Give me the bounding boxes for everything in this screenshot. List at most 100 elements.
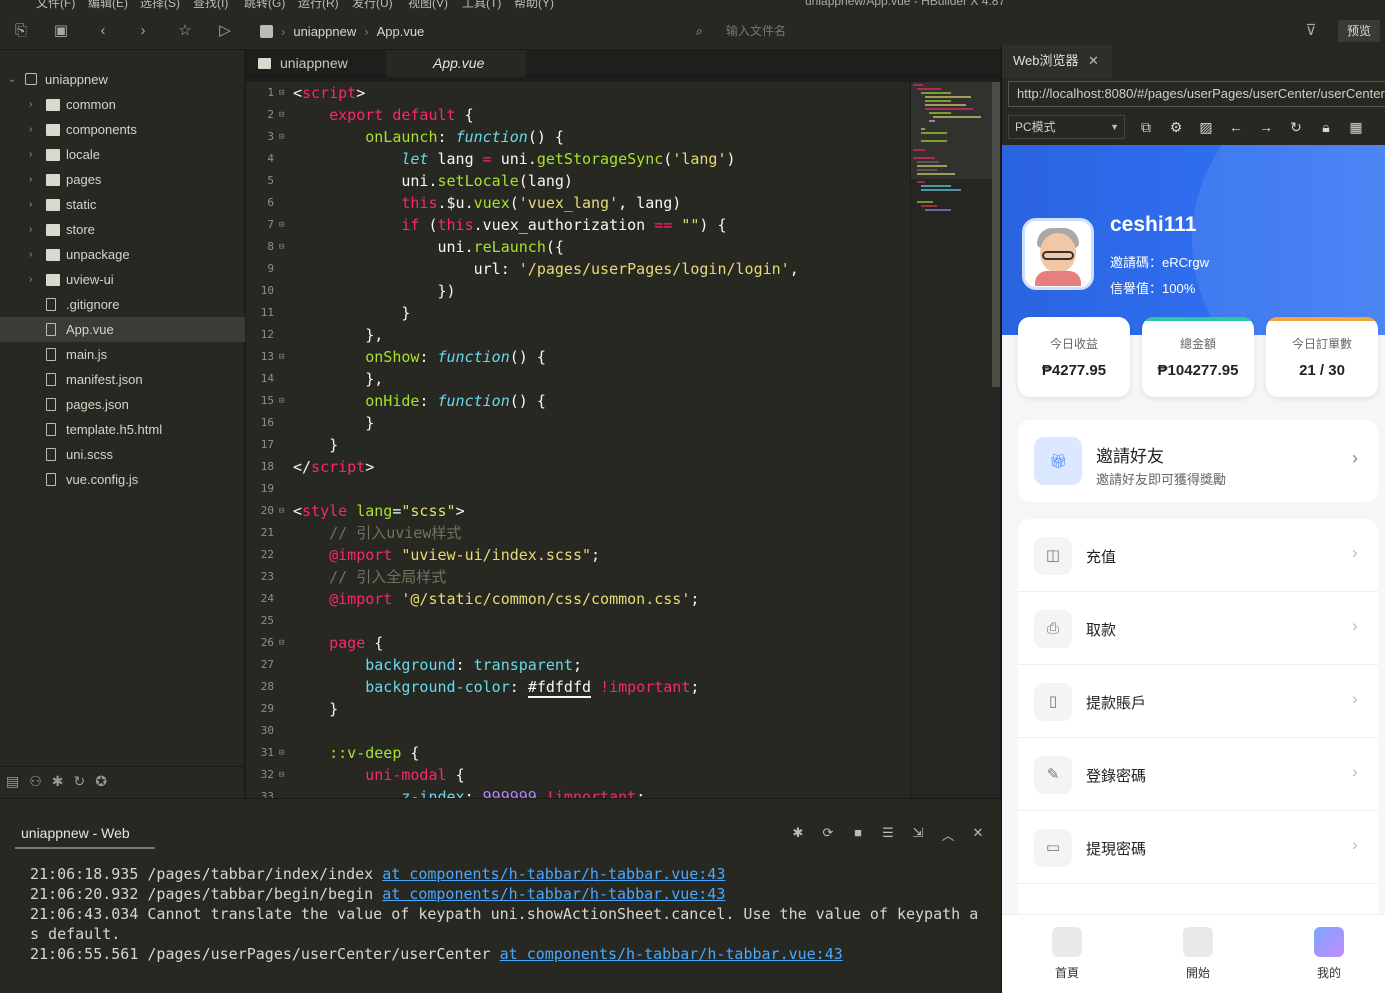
fold-toggle-icon[interactable]: ⊟: [279, 104, 284, 126]
chevron-right-icon[interactable]: ›: [29, 167, 39, 192]
fold-toggle-icon[interactable]: ⊟: [279, 390, 284, 412]
sidebar-item-uni-scss[interactable]: uni.scss: [0, 442, 245, 467]
sidebar-item-common[interactable]: › common: [0, 92, 245, 117]
refresh-icon[interactable]: ↻: [1287, 117, 1305, 137]
qrcode-icon[interactable]: ▦: [1347, 117, 1365, 137]
open-window-icon[interactable]: ⧉: [1137, 117, 1155, 137]
code-line[interactable]: 25: [246, 610, 910, 632]
files-icon[interactable]: ▤: [6, 773, 19, 790]
code-line[interactable]: 23 // 引入全局样式: [246, 566, 910, 588]
settings-icon[interactable]: ⚙: [1167, 117, 1185, 137]
code-line[interactable]: 26 ⊟ page {: [246, 632, 910, 654]
close-icon[interactable]: ✕: [1088, 45, 1099, 77]
sidebar-item-manifest-json[interactable]: manifest.json: [0, 367, 245, 392]
code-line[interactable]: 32 ⊟ uni-modal {: [246, 764, 910, 786]
code-line[interactable]: 10 }): [246, 280, 910, 302]
new-file-icon[interactable]: ⎘: [10, 20, 32, 42]
debug-icon[interactable]: ✱: [52, 773, 64, 790]
code-line[interactable]: 8 ⊟ uni.reLaunch({: [246, 236, 910, 258]
git-icon[interactable]: ↻: [74, 773, 86, 790]
avatar[interactable]: [1022, 218, 1094, 290]
filter-icon[interactable]: ⊽: [1300, 20, 1322, 42]
code-line[interactable]: 11 }: [246, 302, 910, 324]
chevron-right-icon[interactable]: ›: [29, 142, 39, 167]
code-line[interactable]: 6 this.$u.vuex('vuex_lang', lang): [246, 192, 910, 214]
code-line[interactable]: 7 ⊟ if (this.vuex_authorization == "") {: [246, 214, 910, 236]
code-line[interactable]: 12 },: [246, 324, 910, 346]
forward-icon[interactable]: ›: [132, 20, 154, 42]
menu-help[interactable]: 帮助(Y): [514, 0, 554, 10]
stop-icon[interactable]: ■: [850, 825, 866, 841]
tab-home[interactable]: 首頁: [1017, 915, 1117, 993]
sidebar-item-pages[interactable]: › pages: [0, 167, 245, 192]
code-line[interactable]: 27 background: transparent;: [246, 654, 910, 676]
code-line[interactable]: 31 ⊟ ::v-deep {: [246, 742, 910, 764]
back-icon[interactable]: ‹: [92, 20, 114, 42]
console-title[interactable]: uniappnew - Web: [21, 825, 130, 841]
close-panel-icon[interactable]: ✕: [970, 825, 986, 841]
star-icon[interactable]: ☆: [174, 20, 196, 42]
fold-toggle-icon[interactable]: ⊟: [279, 214, 284, 236]
clear-console-icon[interactable]: ☰: [880, 825, 896, 841]
fold-toggle-icon[interactable]: ⊟: [279, 742, 284, 764]
code-line[interactable]: 22 @import "uview-ui/index.scss";: [246, 544, 910, 566]
tree-root-project[interactable]: ⌄ uniappnew: [0, 67, 245, 92]
fold-toggle-icon[interactable]: ⊟: [279, 236, 284, 258]
menu-publish[interactable]: 发行(U): [352, 0, 393, 10]
device-mode-select[interactable]: PC模式 ▼: [1008, 115, 1125, 139]
code-line[interactable]: 4 let lang = uni.getStorageSync('lang'): [246, 148, 910, 170]
code-line[interactable]: 1 ⊟ <script>: [246, 82, 910, 104]
run-icon[interactable]: ▷: [214, 20, 236, 42]
chevron-right-icon[interactable]: ›: [29, 217, 39, 242]
menu-item-withdraw[interactable]: ⎙ 取款 ›: [1018, 592, 1378, 665]
tab-project[interactable]: uniappnew: [246, 50, 386, 77]
save-icon[interactable]: ▣: [50, 20, 72, 42]
invite-friends-card[interactable]: 🎁︎ 邀請好友 邀請好友即可獲得獎勵 ›: [1018, 420, 1378, 502]
menu-item-withdraw-password[interactable]: ▭ 提現密碼 ›: [1018, 811, 1378, 884]
source-link[interactable]: at components/h-tabbar/h-tabbar.vue:43: [382, 885, 725, 903]
code-line[interactable]: 33 z-index: 999999 !important;: [246, 786, 910, 798]
sidebar-item-template-h5-html[interactable]: template.h5.html: [0, 417, 245, 442]
extensions-icon[interactable]: ⚇: [29, 773, 42, 790]
code-line[interactable]: 17 }: [246, 434, 910, 456]
fold-toggle-icon[interactable]: ⊟: [279, 346, 284, 368]
fold-toggle-icon[interactable]: ⊟: [279, 764, 284, 786]
chevron-right-icon[interactable]: ›: [29, 242, 39, 267]
menu-select[interactable]: 选择(S): [140, 0, 180, 10]
arrow-right-icon[interactable]: →: [1257, 117, 1275, 137]
sidebar-item-locale[interactable]: › locale: [0, 142, 245, 167]
code-line[interactable]: 20 ⊟ <style lang="scss">: [246, 500, 910, 522]
code-line[interactable]: 14 },: [246, 368, 910, 390]
minimap[interactable]: [910, 82, 1000, 798]
sidebar-item-components[interactable]: › components: [0, 117, 245, 142]
menu-find[interactable]: 查找(I): [193, 0, 228, 10]
code-line[interactable]: 13 ⊟ onShow: function() {: [246, 346, 910, 368]
breadcrumb-file[interactable]: App.vue: [377, 24, 425, 39]
open-external-icon[interactable]: ⇲: [910, 825, 926, 841]
sidebar-item-gitignore[interactable]: .gitignore: [0, 292, 245, 317]
chevron-right-icon[interactable]: ›: [29, 267, 39, 292]
code-line[interactable]: 16 }: [246, 412, 910, 434]
chevron-right-icon[interactable]: ›: [29, 117, 39, 142]
sidebar-item-pages-json[interactable]: pages.json: [0, 392, 245, 417]
sidebar-item-app-vue[interactable]: App.vue: [0, 317, 245, 342]
fold-toggle-icon[interactable]: ⊟: [279, 632, 284, 654]
code-line[interactable]: 18 </script>: [246, 456, 910, 478]
plugin-icon[interactable]: ✪: [95, 773, 107, 790]
lock-icon[interactable]: 🔒︎: [1317, 117, 1335, 137]
arrow-left-icon[interactable]: ←: [1227, 117, 1245, 137]
code-line[interactable]: 21 // 引入uview样式: [246, 522, 910, 544]
source-link[interactable]: at components/h-tabbar/h-tabbar.vue:43: [382, 865, 725, 883]
menu-file[interactable]: 文件(F): [36, 0, 75, 10]
tab-mine[interactable]: 我的: [1279, 915, 1379, 993]
file-search-input[interactable]: ⌕ 输入文件名: [690, 21, 1000, 41]
code-line[interactable]: 24 @import '@/static/common/css/common.c…: [246, 588, 910, 610]
chevron-right-icon[interactable]: ›: [29, 192, 39, 217]
url-input[interactable]: http://localhost:8080/#/pages/userPages/…: [1008, 81, 1385, 107]
menu-item-recharge[interactable]: ◫ 充值 ›: [1018, 519, 1378, 592]
code-line[interactable]: 2 ⊟ export default {: [246, 104, 910, 126]
sidebar-item-static[interactable]: › static: [0, 192, 245, 217]
preview-button[interactable]: 预览: [1338, 20, 1380, 42]
menu-edit[interactable]: 编辑(E): [88, 0, 128, 10]
menu-run[interactable]: 运行(R): [298, 0, 339, 10]
